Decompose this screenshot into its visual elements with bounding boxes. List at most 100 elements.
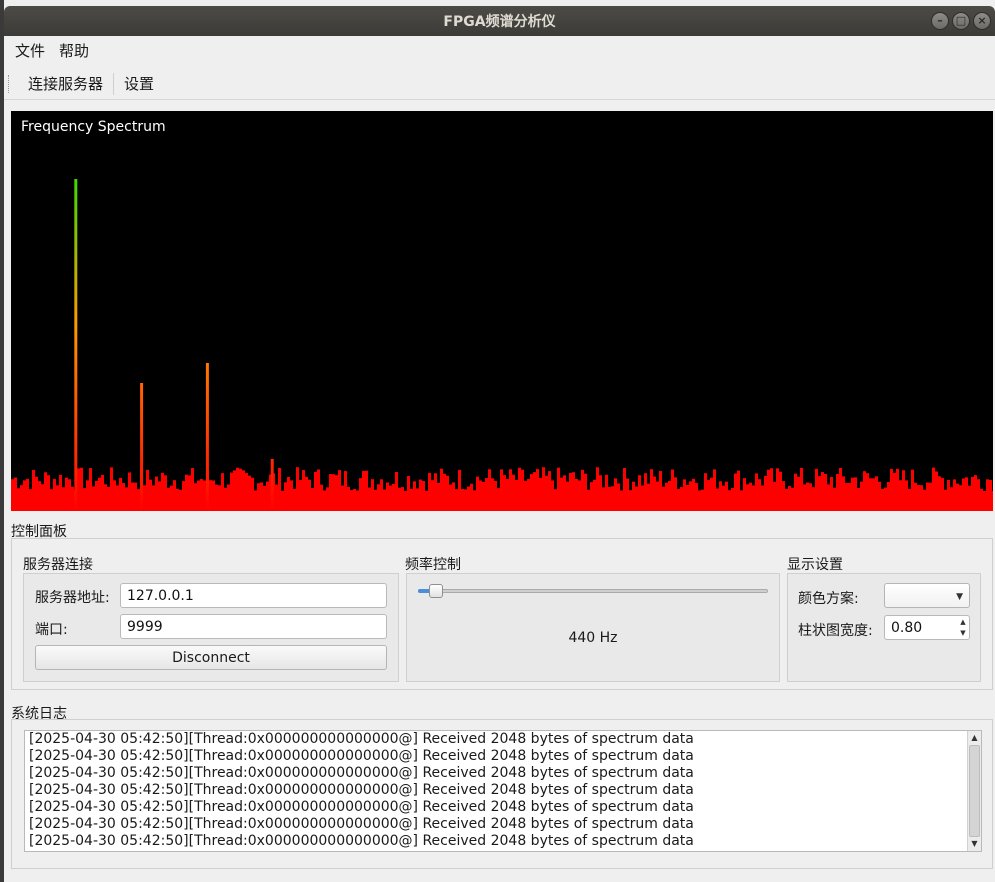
server-address-input[interactable] <box>120 583 387 608</box>
spectrum-noise-bar <box>440 468 443 511</box>
spectrum-noise-bar <box>194 483 197 511</box>
spectrum-noise-bar <box>350 490 353 511</box>
spin-down-icon[interactable]: ▼ <box>957 627 969 638</box>
spectrum-noise-bar <box>86 480 89 511</box>
connect-server-button[interactable]: 连接服务器 <box>18 73 113 94</box>
spectrum-noise-bar <box>992 490 993 511</box>
spectrum-noise-bar <box>212 480 215 511</box>
spectrum-noise-bar <box>716 488 719 511</box>
spectrum-noise-bar <box>104 484 107 511</box>
spectrum-noise-bar <box>545 475 548 511</box>
log-scrollbar[interactable]: ▲ ▼ <box>967 731 981 851</box>
spin-up-icon[interactable]: ▲ <box>957 616 969 627</box>
spectrum-noise-bar <box>353 489 356 511</box>
spectrum-noise-bar <box>80 467 83 511</box>
color-scheme-select[interactable]: ▼ <box>884 583 970 608</box>
settings-button[interactable]: 设置 <box>114 73 164 94</box>
scroll-up-icon[interactable]: ▲ <box>968 731 981 745</box>
log-line: [2025-04-30 05:42:50][Thread:0x000000000… <box>29 748 694 764</box>
spectrum-noise-bar <box>83 488 86 511</box>
minimize-icon[interactable]: – <box>931 12 949 30</box>
title-bar[interactable]: FPGA频谱分析仪 – □ × <box>4 6 995 36</box>
spectrum-noise-bar <box>953 479 956 511</box>
spectrum-noise-bar <box>776 468 779 511</box>
spectrum-noise-bar <box>590 482 593 511</box>
spectrum-noise-bar <box>251 477 254 511</box>
spectrum-noise-bar <box>401 487 404 511</box>
bar-width-label: 柱状图宽度: <box>798 623 873 639</box>
spectrum-noise-bar <box>626 478 629 511</box>
spectrum-noise-bar <box>407 476 410 511</box>
spectrum-noise-bar <box>68 479 71 511</box>
spectrum-noise-bar <box>485 478 488 511</box>
spectrum-noise-bar <box>155 476 158 511</box>
spectrum-noise-bar <box>734 473 737 511</box>
spectrum-noise-bar <box>506 479 509 511</box>
spectrum-noise-bar <box>938 476 941 511</box>
spectrum-noise-bar <box>581 469 584 511</box>
display-group: 颜色方案: ▼ 柱状图宽度: ▲ ▼ <box>787 573 981 682</box>
spectrum-noise-bar <box>584 473 587 511</box>
spectrum-noise-bar <box>518 467 521 511</box>
port-input[interactable] <box>120 614 387 639</box>
spectrum-noise-bar <box>956 483 959 511</box>
spectrum-noise-bar <box>422 481 425 511</box>
frequency-slider-track[interactable] <box>418 589 768 593</box>
spectrum-noise-bar <box>173 480 176 511</box>
spectrum-noise-bar <box>713 469 716 511</box>
spectrum-noise-bar <box>548 471 551 511</box>
spectrum-noise-bar <box>803 484 806 511</box>
spectrum-noise-bar <box>563 475 566 511</box>
scroll-down-icon[interactable]: ▼ <box>968 837 981 851</box>
spectrum-noise-bar <box>35 476 38 511</box>
spectrum-noise-bar <box>779 471 782 511</box>
spectrum-noise-bar <box>23 480 26 511</box>
spectrum-noise-bar <box>449 484 452 511</box>
spectrum-noise-bar <box>815 468 818 511</box>
menu-help[interactable]: 帮助 <box>52 40 96 61</box>
spectrum-noise-bar <box>728 490 731 511</box>
spectrum-noise-bar <box>164 475 167 511</box>
spectrum-noise-bar <box>578 480 581 511</box>
disconnect-button[interactable]: Disconnect <box>35 645 387 670</box>
spectrum-noise-bar <box>62 487 65 511</box>
spectrum-noise-bar <box>662 486 665 511</box>
spectrum-noise-bar <box>701 489 704 511</box>
frequency-slider-handle[interactable] <box>428 584 443 598</box>
log-textarea[interactable]: [2025-04-30 05:42:50][Thread:0x000000000… <box>24 730 982 852</box>
toolbar-grip-icon[interactable] <box>8 74 10 93</box>
spectrum-noise-bar <box>287 476 290 511</box>
spectrum-noise-bar <box>512 474 515 511</box>
bar-width-spinbox[interactable]: ▲ ▼ <box>884 615 970 640</box>
spectrum-noise-bar <box>914 482 917 511</box>
menu-file[interactable]: 文件 <box>8 40 52 61</box>
spectrum-noise-bar <box>950 487 953 511</box>
maximize-icon[interactable]: □ <box>952 12 970 30</box>
spectrum-noise-bar <box>356 490 359 511</box>
spectrum-noise-bar <box>188 475 191 511</box>
spectrum-noise-bar <box>335 475 338 511</box>
spectrum-noise-bar <box>980 488 983 511</box>
spectrum-noise-bar <box>605 474 608 511</box>
spectrum-noise-bar <box>278 468 281 511</box>
spectrum-noise-bar <box>323 490 326 511</box>
spectrum-noise-bar <box>830 476 833 511</box>
spectrum-noise-bar <box>56 485 59 511</box>
scroll-thumb[interactable] <box>969 745 980 837</box>
spectrum-noise-bar <box>446 475 449 511</box>
spectrum-noise-bar <box>743 478 746 511</box>
spectrum-noise-bar <box>161 472 164 511</box>
spectrum-noise-bar <box>614 478 617 511</box>
spectrum-noise-bar <box>710 477 713 511</box>
log-line: [2025-04-30 05:42:50][Thread:0x000000000… <box>29 816 694 832</box>
toolbar: 连接服务器 设置 <box>4 68 995 100</box>
control-panel: 服务器连接 服务器地址: 端口: Disconnect 频率控制 440 Hz … <box>11 538 993 690</box>
color-scheme-label: 颜色方案: <box>798 591 859 607</box>
chevron-down-icon: ▼ <box>956 592 963 602</box>
spectrum-noise-bar <box>233 470 236 511</box>
spectrum-noise-bar <box>125 487 128 511</box>
spectrum-noise-bar <box>275 484 278 511</box>
close-icon[interactable]: × <box>973 12 991 30</box>
spectrum-noise-bar <box>419 479 422 511</box>
spectrum-noise-bar <box>791 487 794 511</box>
